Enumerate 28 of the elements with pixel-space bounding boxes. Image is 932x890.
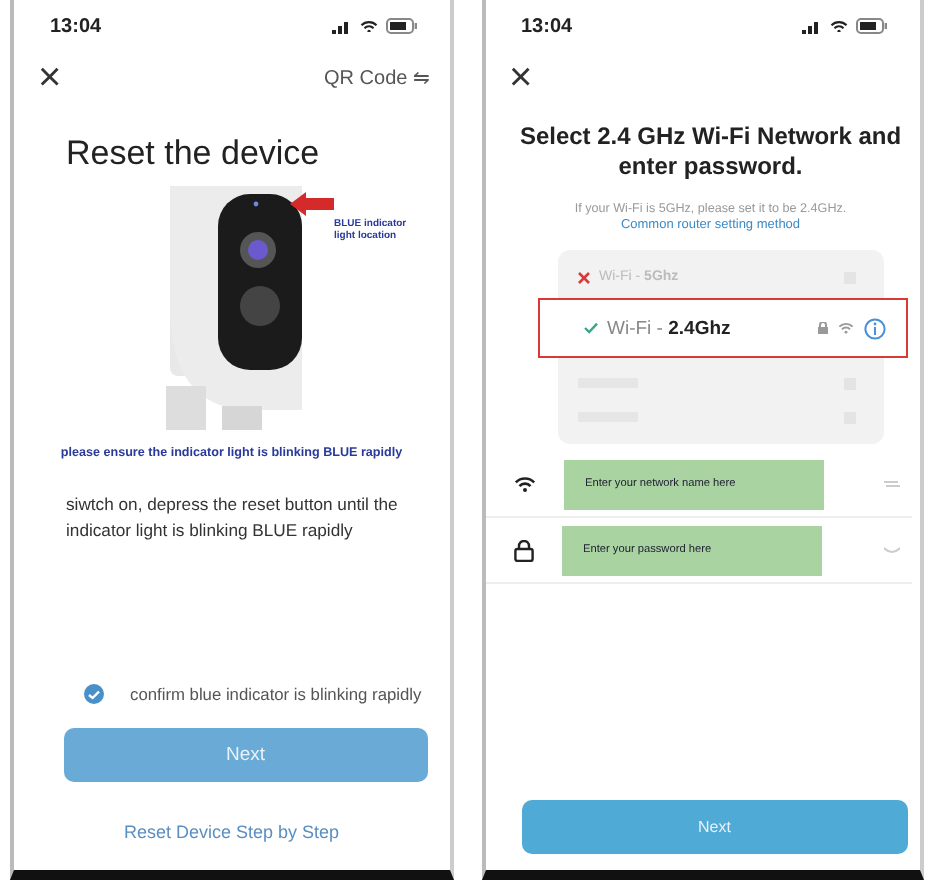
page-title: Select 2.4 GHz Wi-Fi Network and enter password. [517, 120, 904, 182]
cross-icon [577, 271, 589, 283]
status-time: 13:04 [50, 15, 102, 37]
status-time: 13:04 [521, 15, 573, 37]
wifi-icon [513, 475, 535, 493]
wifi-icon [830, 19, 848, 33]
next-button[interactable]: Next [64, 728, 427, 782]
page-title: Reset the device [64, 132, 322, 174]
reset-steps-link[interactable]: Reset Device Step by Step [14, 782, 449, 870]
network-item[interactable]: Wi-Fi - 2.4Ghz [537, 298, 908, 358]
signal-icon [802, 19, 822, 33]
arrow-icon [290, 192, 334, 216]
battery-icon [385, 18, 417, 34]
checkbox[interactable] [84, 684, 104, 704]
close-button[interactable]: × [38, 58, 62, 98]
qr-code-button[interactable]: QR Code ⇋ [324, 66, 429, 90]
signal-icon [331, 19, 351, 33]
checkbox-label: confirm blue indicator is blinking rapidly [130, 684, 422, 704]
wifi-icon [359, 19, 377, 33]
instruction-text: siwtch on, depress the reset button until the indicator light is blinking BLUE rapidly [64, 492, 400, 544]
lock-icon [513, 539, 533, 561]
check-icon [583, 322, 597, 334]
lock-icon [818, 322, 828, 334]
next-button[interactable]: Next [521, 800, 908, 854]
wifi-icon [838, 322, 854, 334]
battery-icon [856, 18, 888, 34]
close-button[interactable]: × [509, 58, 533, 98]
info-icon[interactable] [864, 317, 886, 339]
